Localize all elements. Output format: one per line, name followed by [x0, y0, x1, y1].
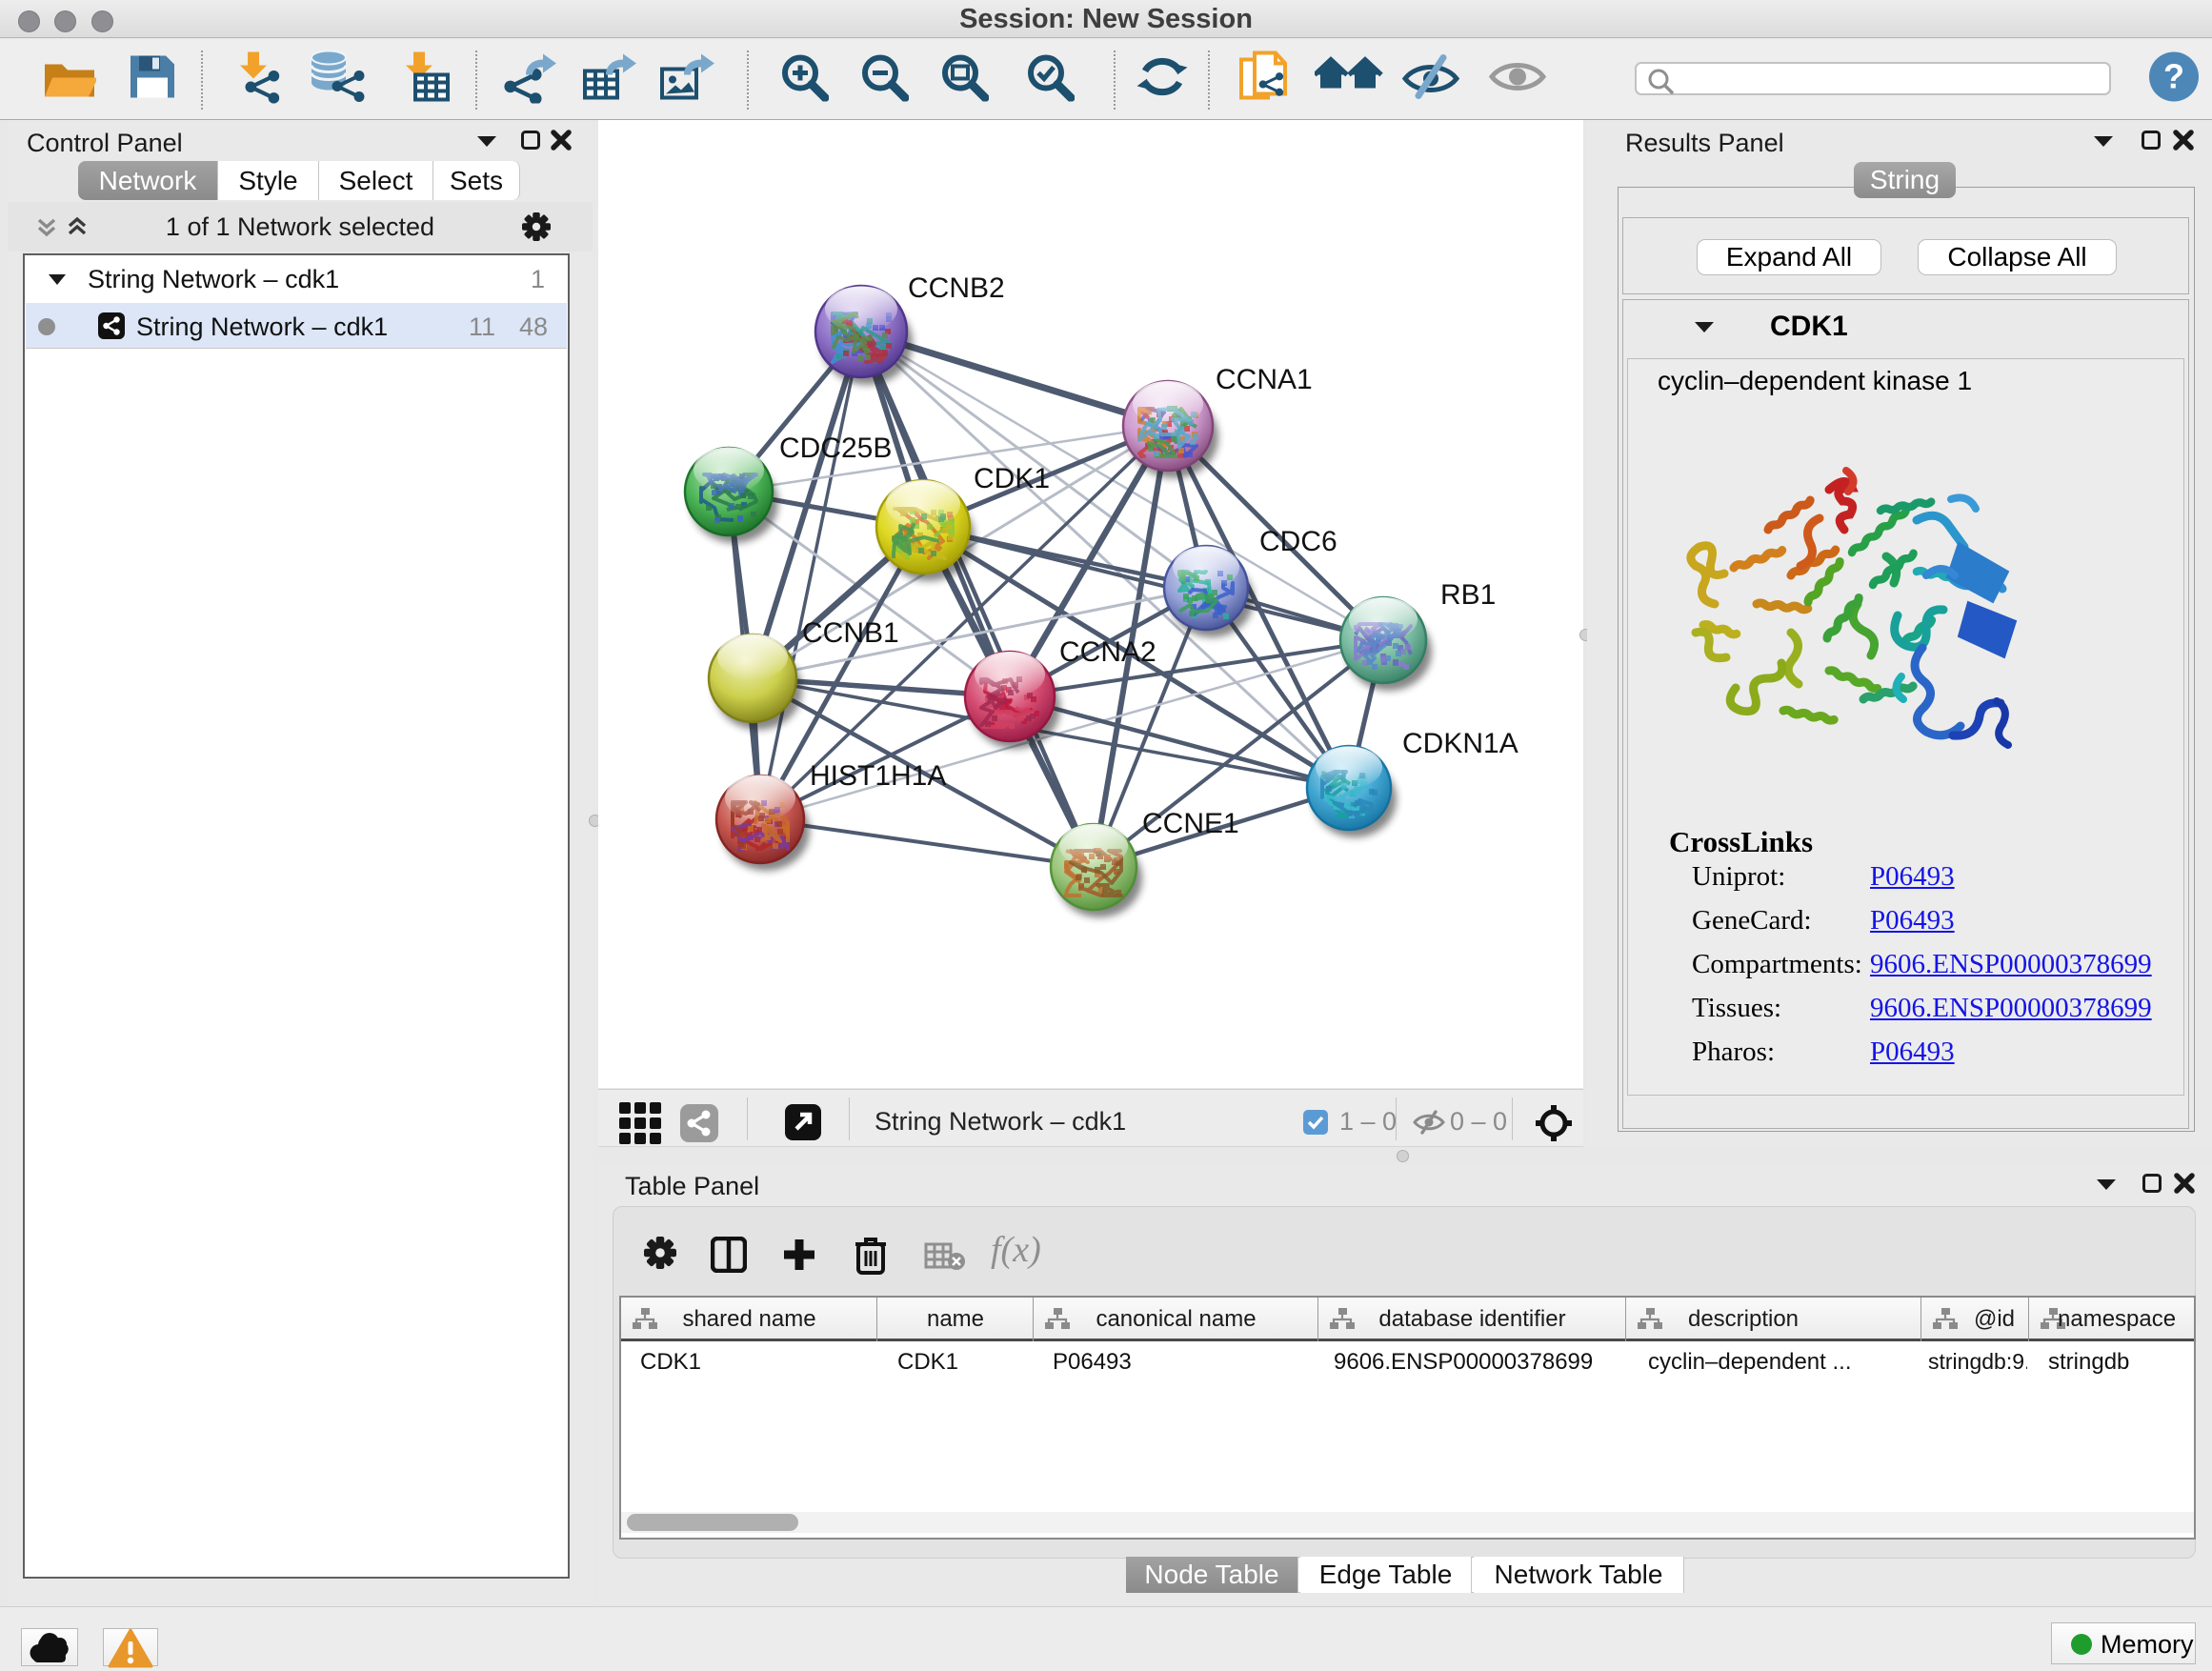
svg-text:CDKN1A: CDKN1A	[1402, 728, 1518, 759]
svg-text:CDC6: CDC6	[1259, 526, 1337, 557]
svg-text:CCNE1: CCNE1	[1142, 808, 1239, 839]
svg-text:RB1: RB1	[1440, 579, 1496, 611]
svg-text:HIST1H1A: HIST1H1A	[810, 760, 946, 792]
svg-text:CCNB1: CCNB1	[802, 617, 899, 649]
svg-text:?: ?	[2163, 57, 2184, 96]
svg-text:CCNA1: CCNA1	[1216, 364, 1313, 395]
svg-text:CCNA2: CCNA2	[1059, 636, 1156, 668]
svg-text:CDC25B: CDC25B	[779, 433, 892, 464]
svg-text:CDK1: CDK1	[974, 463, 1050, 494]
svg-text:CCNB2: CCNB2	[908, 272, 1005, 304]
